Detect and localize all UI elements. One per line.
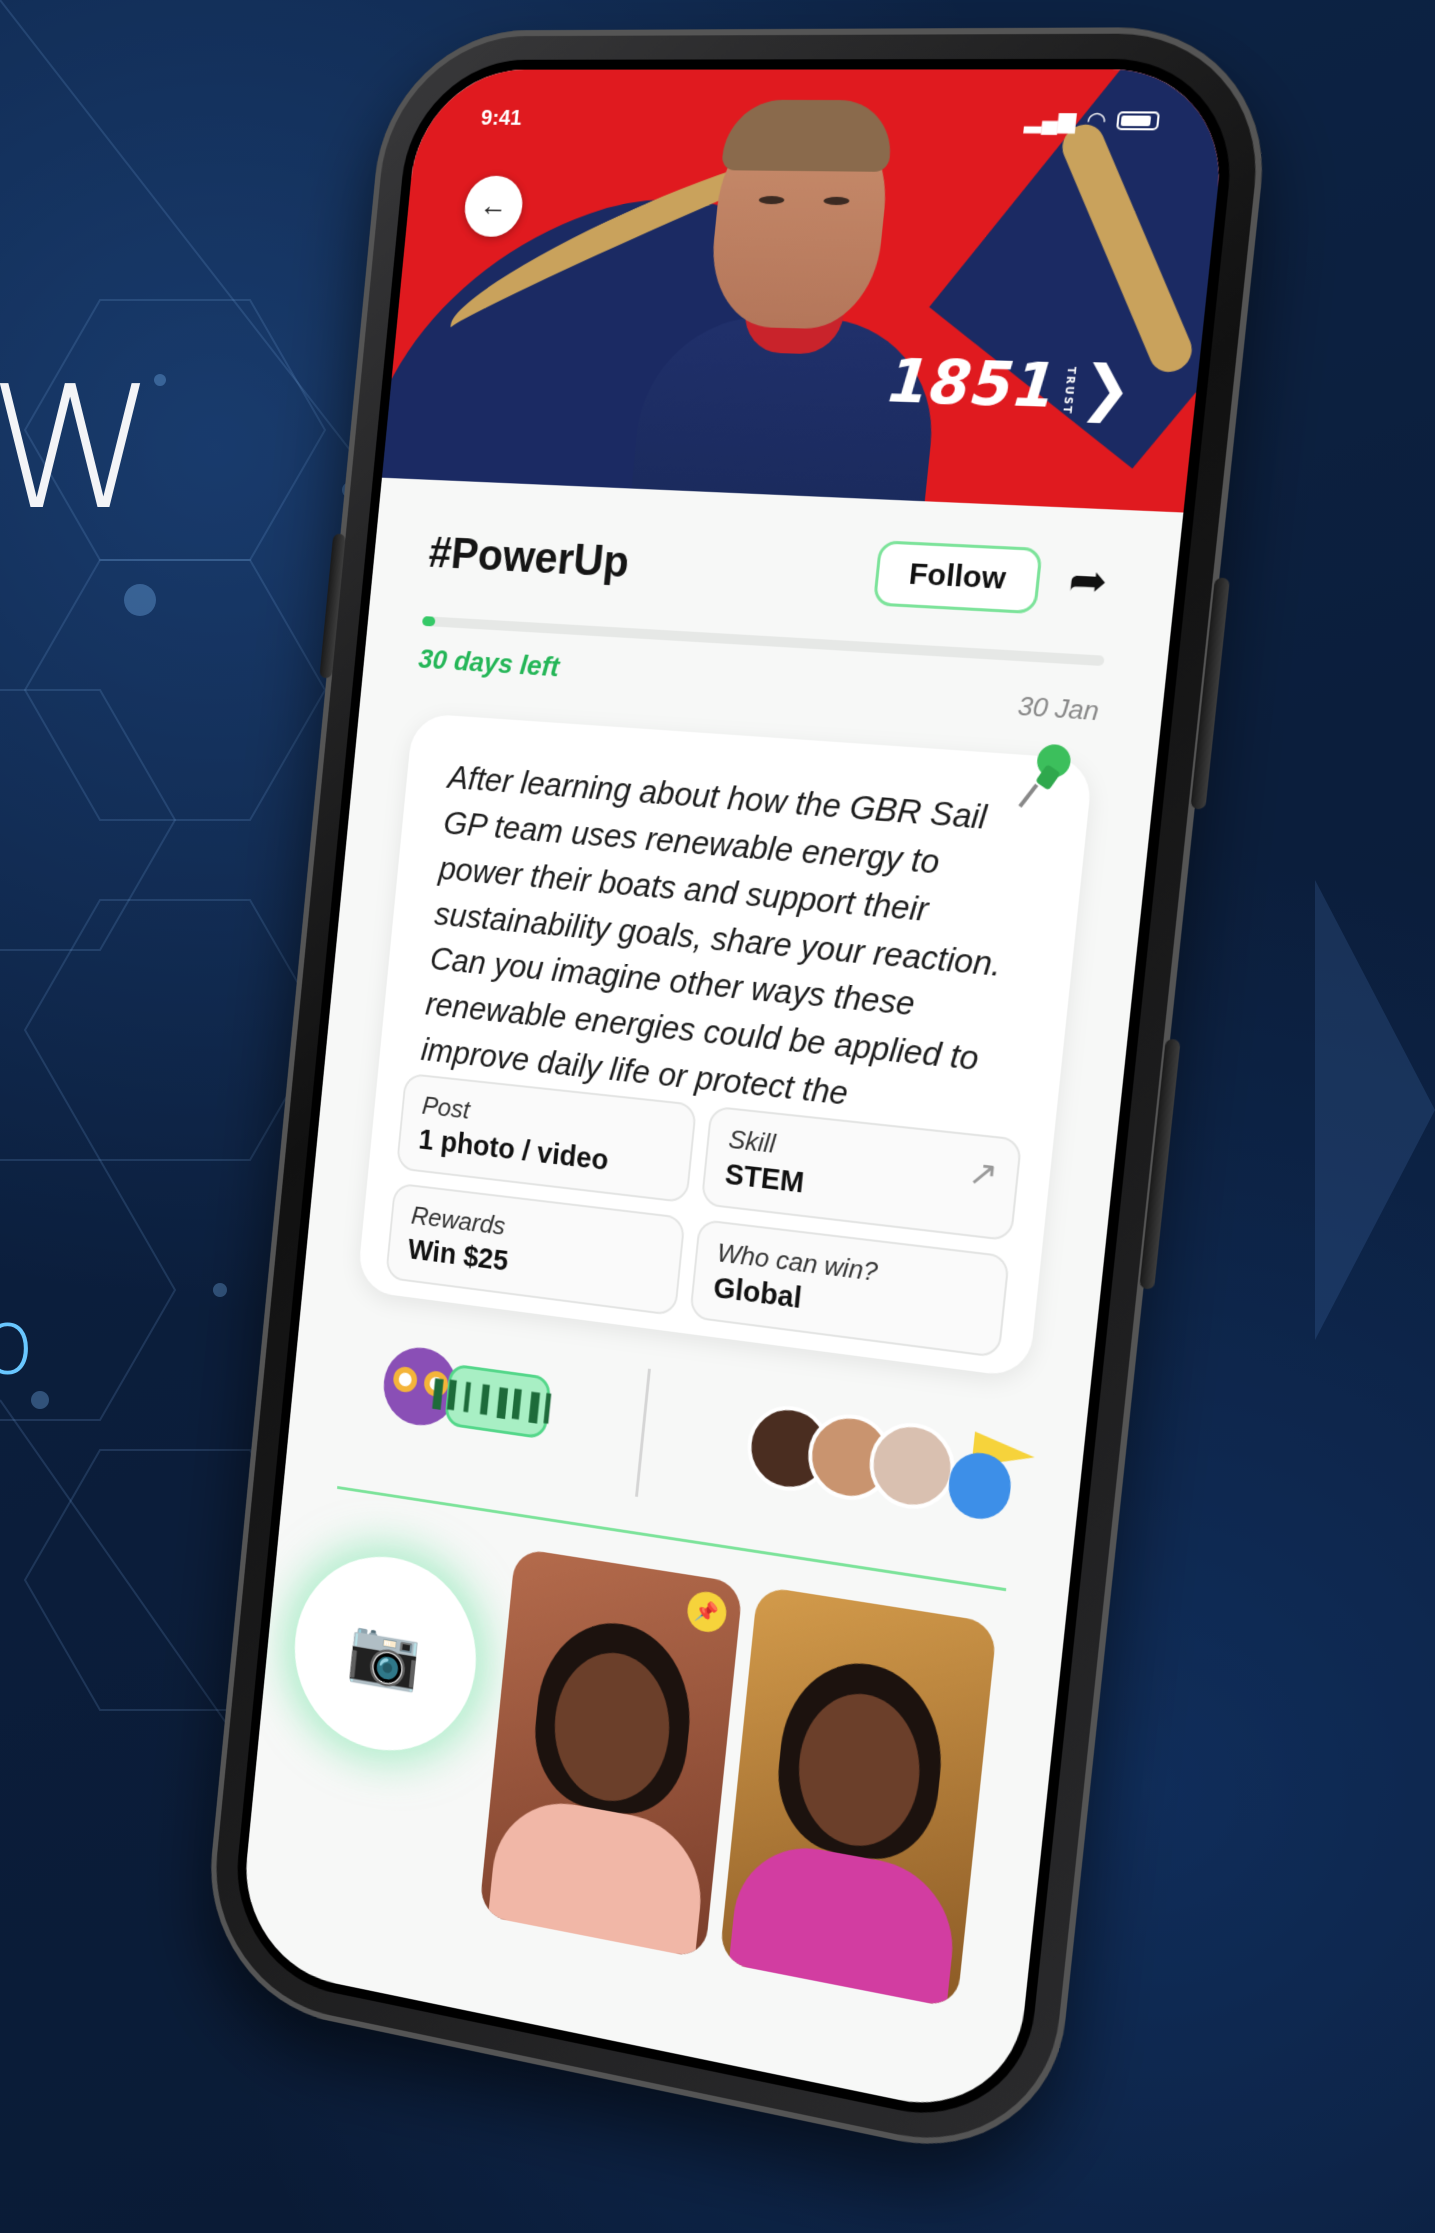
- status-icons: ▂▄▆ ◠: [1024, 107, 1161, 135]
- camera-video-icon: 📷: [345, 1612, 424, 1694]
- brand-logo[interactable]: 1851TRUST❯: [885, 346, 1136, 424]
- divider: [635, 1368, 651, 1497]
- share-icon[interactable]: ➦: [1066, 554, 1110, 609]
- signal-icon: ▂▄▆: [1023, 106, 1078, 134]
- audio-wave-icon[interactable]: ▌▍▎▍▌▍▌▎: [432, 1363, 564, 1440]
- chevron-right-icon: ❯: [1077, 351, 1137, 425]
- challenge-content: #PowerUp Follow ➦ 30 days left 30 Jan Af…: [237, 478, 1184, 2124]
- detail-who-can-win: Who can win? Global: [689, 1218, 1011, 1359]
- arrow-up-right-icon: ↗: [966, 1153, 1000, 1196]
- days-left: 30 days left: [417, 643, 561, 683]
- hero-banner: 9:41 ▂▄▆ ◠ ← 1851TRUST❯: [381, 69, 1231, 513]
- phone-device: 9:41 ▂▄▆ ◠ ← 1851TRUST❯ #PowerUp Follow …: [198, 26, 1279, 2173]
- social-row: ▌▍▎▍▌▍▌▎: [339, 1329, 1024, 1573]
- challenge-card: After learning about how the GBR Sail GP…: [356, 712, 1094, 1379]
- wifi-icon: ◠: [1085, 107, 1108, 134]
- pin-icon: [1011, 743, 1073, 815]
- arrow-left-icon: ←: [478, 189, 510, 223]
- participant-avatars[interactable]: [743, 1400, 1037, 1532]
- challenge-title: #PowerUp: [426, 528, 632, 588]
- back-button[interactable]: ←: [462, 175, 526, 238]
- pin-icon: 📌: [685, 1588, 729, 1635]
- follow-button[interactable]: Follow: [872, 540, 1043, 615]
- detail-rewards: Rewards Win $25: [385, 1182, 686, 1317]
- end-date: 30 Jan: [1016, 690, 1101, 727]
- battery-icon: [1115, 111, 1161, 131]
- camera-button[interactable]: 📷: [286, 1543, 486, 1766]
- athlete-photo: [628, 99, 944, 513]
- status-time: 9:41: [479, 104, 523, 130]
- submission-thumbnail[interactable]: 📌: [478, 1547, 744, 1960]
- submission-thumbnail[interactable]: [719, 1585, 998, 2009]
- progress-fill: [421, 616, 436, 627]
- mascot-icon: [935, 1427, 1036, 1532]
